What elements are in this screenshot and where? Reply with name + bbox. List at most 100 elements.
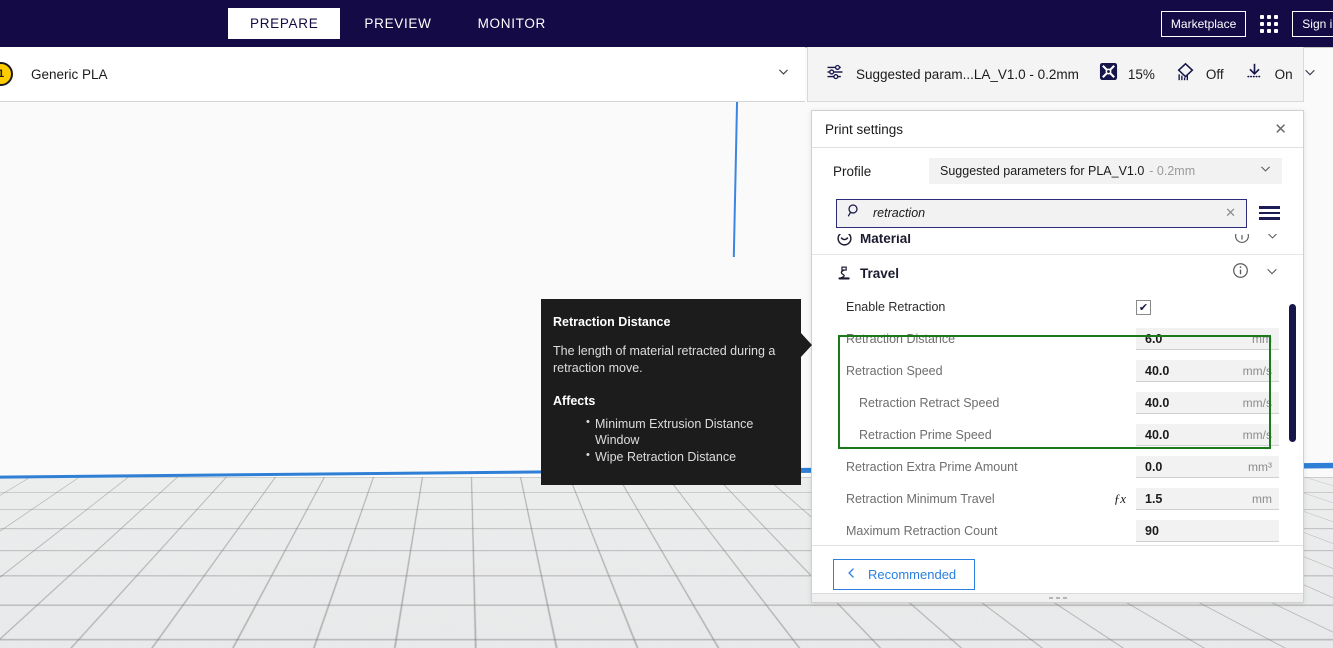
setting-row-maximum-retraction-count[interactable]: Maximum Retraction Count 90 [812,515,1303,545]
category-label: Travel [860,265,900,281]
tooltip-arrow [800,332,812,358]
apps-grid-icon[interactable] [1260,14,1279,33]
setting-value: 40.0 [1145,363,1170,378]
setting-label: Maximum Retraction Count [846,524,998,538]
search-icon [847,203,862,223]
setting-value: 0.0 [1145,459,1163,474]
cura-application-window: PREPARE PREVIEW MONITOR Marketplace Sign… [0,0,1333,648]
enable-retraction-checkbox[interactable]: ✔ [1136,299,1151,315]
marketplace-button[interactable]: Marketplace [1160,10,1247,37]
setting-value-field[interactable]: 0.0 mm³ [1136,456,1279,478]
category-row-material[interactable]: Material [812,234,1303,255]
tooltip-description: The length of material retracted during … [553,344,776,375]
info-icon[interactable] [1234,234,1250,249]
setting-row-retraction-extra-prime-amount[interactable]: Retraction Extra Prime Amount 0.0 mm³ [812,451,1303,483]
setting-unit: mm³ [1248,459,1272,474]
setting-row-retraction-retract-speed[interactable]: Retraction Retract Speed 40.0 mm/s [812,387,1303,419]
setting-value: 40.0 [1145,395,1170,410]
setting-tooltip: Retraction Distance The length of materi… [541,299,801,486]
stage-tabs: PREPARE PREVIEW MONITOR [228,8,568,39]
setting-row-retraction-prime-speed[interactable]: Retraction Prime Speed 40.0 mm/s [812,419,1303,451]
panel-title: Print settings [825,121,904,137]
profile-value: Suggested parameters for PLA_V1.0 [940,164,1145,178]
tab-prepare[interactable]: PREPARE [228,8,341,39]
setting-label: Enable Retraction [846,300,946,314]
setting-value: 6.0 [1145,331,1163,346]
chevron-down-icon[interactable] [777,65,790,83]
setting-value-field[interactable]: 6.0 mm [1136,328,1279,350]
chevron-left-icon [845,566,858,583]
setting-control: ✔ [1136,299,1279,315]
setting-value-field[interactable]: 90 [1136,520,1279,542]
adhesion-value: On [1274,66,1293,82]
setting-label: Retraction Prime Speed [859,428,992,442]
profile-label: Profile [833,163,872,179]
setting-row-retraction-distance[interactable]: Retraction Distance 6.0 mm [812,323,1303,355]
setting-value-field[interactable]: 40.0 mm/s [1136,360,1279,382]
tab-preview[interactable]: PREVIEW [342,8,453,39]
tab-monitor[interactable]: MONITOR [456,8,568,39]
setting-unit: mm/s [1242,395,1272,410]
settings-scroll-area[interactable]: Material Travel Enable Retraction ✔ Retr… [812,234,1303,545]
settings-list: Material Travel Enable Retraction ✔ Retr… [812,234,1303,545]
signin-button-wrap: Sign in [1292,10,1333,37]
signin-button[interactable]: Sign in [1292,10,1333,37]
list-item: Wipe Retraction Distance [586,448,781,466]
infill-value: 15% [1127,66,1155,82]
info-icon[interactable] [1232,262,1249,284]
setting-row-retraction-minimum-travel[interactable]: Retraction Minimum Travel ƒx 1.5 mm [812,483,1303,515]
support-value: Off [1205,66,1224,82]
chevron-down-icon[interactable] [1266,234,1279,247]
settings-scrollbar-thumb[interactable] [1289,304,1296,442]
print-settings-panel: Print settings ✕ Profile Suggested param… [811,110,1304,603]
resize-grip-handle[interactable] [812,593,1303,602]
chevron-down-icon[interactable] [1265,264,1279,283]
setting-value-field[interactable]: 1.5 mm [1136,488,1279,510]
setting-label: Retraction Distance [846,332,956,346]
toolbar-right-actions: Marketplace Sign in [1160,10,1333,37]
setting-row-retraction-speed[interactable]: Retraction Speed 40.0 mm/s [812,355,1303,387]
category-label: Material [860,234,912,246]
setting-unit: mm/s [1242,427,1272,442]
close-icon[interactable]: ✕ [1270,119,1291,140]
search-box[interactable]: ✕ [836,198,1247,228]
material-name-label: Generic PLA [31,66,108,82]
function-formula-icon[interactable]: ƒx [1114,491,1126,507]
adhesion-icon [1244,62,1265,87]
material-selector-bar[interactable]: 1 Generic PLA [0,47,805,102]
recommended-label: Recommended [868,566,957,582]
profile-dropdown[interactable]: Suggested parameters for PLA_V1.0 - 0.2m… [929,158,1282,184]
support-icon [1175,62,1196,87]
setting-label: Retraction Retract Speed [859,396,1000,410]
setting-unit: mm [1252,491,1272,506]
tooltip-affects-list: Minimum Extrusion Distance Window Wipe R… [553,415,781,466]
setting-unit: mm [1252,331,1272,346]
setting-value-field[interactable]: 40.0 mm/s [1136,424,1279,446]
list-item: Minimum Extrusion Distance Window [586,415,781,449]
setting-value: 1.5 [1145,491,1163,506]
setting-value: 40.0 [1145,427,1170,442]
chevron-down-icon[interactable] [1303,65,1317,84]
setting-value: 90 [1145,523,1159,538]
profile-quality-suffix: - 0.2mm [1149,164,1196,178]
setting-unit: mm/s [1242,363,1272,378]
category-row-travel[interactable]: Travel [812,255,1303,291]
travel-icon [836,265,860,282]
search-row: ✕ [812,194,1303,232]
setting-label: Retraction Minimum Travel [846,492,995,506]
print-settings-summary-bar[interactable]: Suggested param...LA_V1.0 - 0.2mm 15% Of… [807,47,1315,102]
profile-row: Profile Suggested parameters for PLA_V1.… [812,148,1303,194]
recommended-mode-button[interactable]: Recommended [833,558,976,590]
setting-label: Retraction Speed [846,364,943,378]
main-toolbar: PREPARE PREVIEW MONITOR Marketplace Sign… [0,0,1333,47]
setting-row-enable-retraction[interactable]: Enable Retraction ✔ [812,291,1303,323]
tooltip-affects-heading: Affects [553,393,596,408]
clear-search-icon[interactable]: ✕ [1223,205,1238,221]
chevron-down-icon [1259,162,1272,180]
infill-icon [1099,62,1118,86]
setting-value-field[interactable]: 40.0 mm/s [1136,392,1279,414]
hamburger-menu-icon[interactable] [1257,204,1282,222]
material-icon [836,234,860,247]
summary-profile-label: Suggested param...LA_V1.0 - 0.2mm [856,66,1079,82]
search-input[interactable] [873,206,1224,220]
